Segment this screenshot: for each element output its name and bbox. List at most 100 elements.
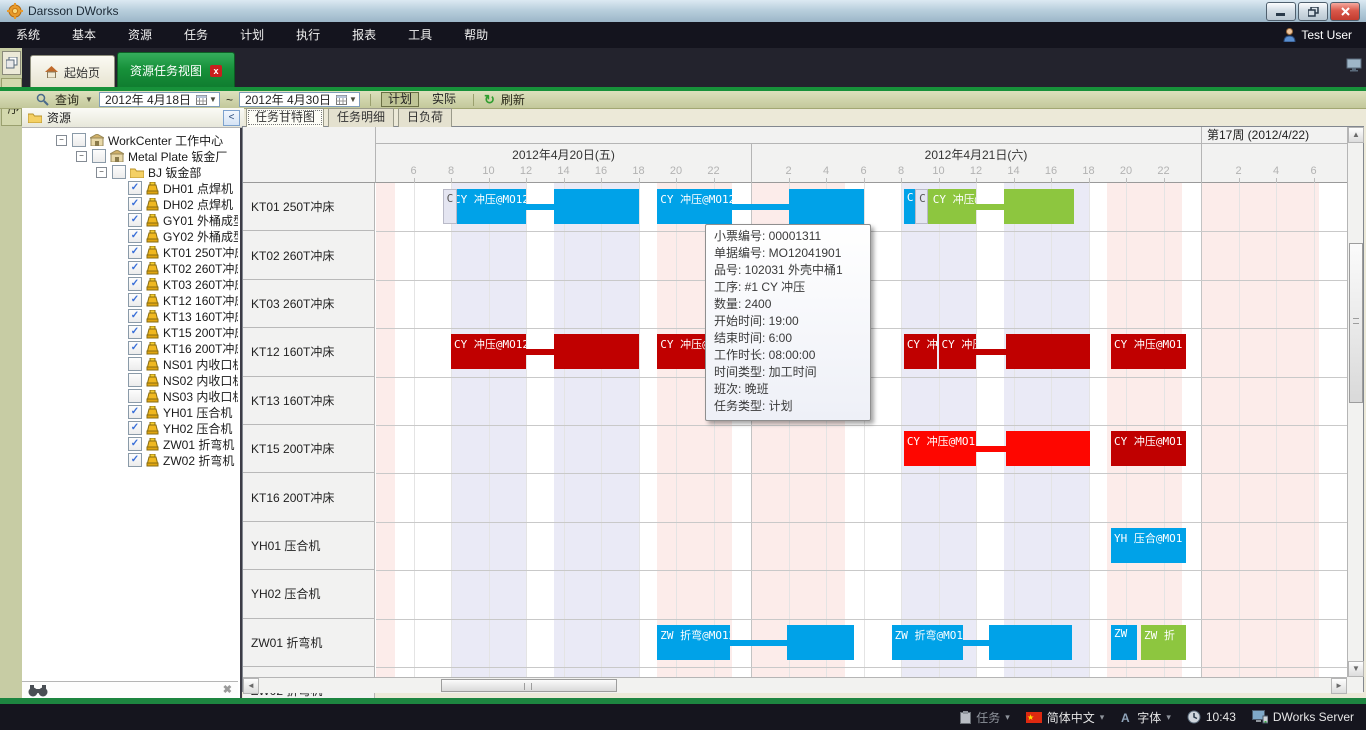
gantt-task-bar[interactable] bbox=[554, 189, 638, 224]
gantt-task-bar[interactable]: CY 冲压@MO12041901 bbox=[451, 189, 526, 224]
status-item[interactable]: 10:43 bbox=[1187, 710, 1236, 724]
horizontal-scrollbar[interactable]: ◄► bbox=[243, 677, 1347, 693]
tab-resource-task-view[interactable]: 资源任务视图 x bbox=[117, 52, 235, 88]
horizontal-scroll-thumb[interactable] bbox=[441, 679, 617, 692]
tree-checkbox[interactable]: ✓ bbox=[128, 325, 142, 339]
tree-item[interactable]: ✓DH02 点焊机 bbox=[22, 196, 238, 212]
tree-item[interactable]: ✓DH01 点焊机 bbox=[22, 180, 238, 196]
tree-checkbox[interactable]: ✓ bbox=[128, 453, 142, 467]
tree-item[interactable]: ✓GY01 外桶成型机 bbox=[22, 212, 238, 228]
dropdown-arrow-icon[interactable]: ▾ bbox=[1166, 712, 1171, 723]
monitor-icon[interactable] bbox=[1346, 58, 1362, 72]
search-dropdown-icon[interactable]: ▼ bbox=[85, 95, 93, 104]
menu-item[interactable]: 报表 bbox=[336, 22, 392, 48]
gantt-task-bar[interactable]: YH 压合@MO1 bbox=[1111, 528, 1186, 563]
gantt-task-bar[interactable] bbox=[554, 334, 638, 369]
gantt-task-bar[interactable]: CY 冲压@MO12041903 bbox=[904, 431, 976, 466]
gantt-view-tab[interactable]: 任务明细 bbox=[328, 108, 394, 127]
tree-expander-icon[interactable]: − bbox=[76, 151, 87, 162]
date-from-input[interactable]: 2012年 4月18日 ▼ bbox=[99, 92, 220, 107]
refresh-button[interactable]: 刷新 bbox=[501, 91, 525, 108]
tree-item[interactable]: ✓KT03 260T冲床 bbox=[22, 276, 238, 292]
binoculars-icon[interactable] bbox=[28, 684, 48, 697]
tree-checkbox[interactable]: ✓ bbox=[128, 421, 142, 435]
gantt-task-bar[interactable]: ZW bbox=[1111, 625, 1137, 660]
tree-checkbox[interactable]: ✓ bbox=[128, 277, 142, 291]
menu-item[interactable]: 任务 bbox=[168, 22, 224, 48]
gantt-task-bar[interactable] bbox=[787, 625, 855, 660]
refresh-icon[interactable]: ↻ bbox=[484, 92, 495, 108]
gantt-view-tab[interactable]: 任务甘特图 bbox=[246, 108, 324, 127]
scroll-left-icon[interactable]: ◄ bbox=[243, 678, 259, 694]
close-button[interactable] bbox=[1330, 2, 1360, 21]
status-item[interactable]: 任务▾ bbox=[960, 709, 1010, 726]
gantt-task-bar[interactable]: ZW 折弯@MO12041901 bbox=[657, 625, 730, 660]
scroll-right-icon[interactable]: ► bbox=[1331, 678, 1347, 694]
gantt-task-bar[interactable]: CY 冲压@MO1 bbox=[1111, 431, 1186, 466]
gantt-task-bar[interactable]: CY 冲压@MO1 bbox=[1111, 334, 1186, 369]
tree-item[interactable]: −BJ 钣金部 bbox=[22, 164, 238, 180]
tree-item[interactable]: ✓KT12 160T冲床 bbox=[22, 292, 238, 308]
gantt-task-bar[interactable] bbox=[989, 625, 1072, 660]
tree-item[interactable]: ✓KT02 260T冲床 bbox=[22, 260, 238, 276]
tree-checkbox[interactable]: ✓ bbox=[128, 437, 142, 451]
gantt-task-bar[interactable]: ZW 折弯@MO12041901 bbox=[892, 625, 963, 660]
dropdown-arrow-icon[interactable]: ▾ bbox=[1100, 712, 1105, 723]
status-item[interactable]: ★简体中文▾ bbox=[1026, 709, 1105, 726]
tree-checkbox[interactable]: ✓ bbox=[128, 229, 142, 243]
tree-checkbox[interactable] bbox=[128, 389, 142, 403]
scroll-down-icon[interactable]: ▼ bbox=[1348, 661, 1364, 677]
gantt-task-bar[interactable] bbox=[1006, 431, 1090, 466]
tree-checkbox[interactable]: ✓ bbox=[128, 293, 142, 307]
vertical-scrollbar[interactable]: ▲▼ bbox=[1347, 127, 1363, 677]
tree-checkbox[interactable] bbox=[72, 133, 86, 147]
tree-checkbox[interactable]: ✓ bbox=[128, 341, 142, 355]
menu-item[interactable]: 工具 bbox=[392, 22, 448, 48]
gantt-view-tab[interactable]: 日负荷 bbox=[398, 108, 452, 127]
tree-item[interactable]: ✓ZW01 折弯机 bbox=[22, 436, 238, 452]
tree-checkbox[interactable]: ✓ bbox=[128, 213, 142, 227]
tree-item[interactable]: ✓KT16 200T冲床 bbox=[22, 340, 238, 356]
tree-item[interactable]: NS02 内收口机 bbox=[22, 372, 238, 388]
tree-item[interactable]: −Metal Plate 钣金厂 bbox=[22, 148, 238, 164]
menu-item[interactable]: 资源 bbox=[112, 22, 168, 48]
date-from-dropdown-icon[interactable]: ▼ bbox=[209, 95, 217, 104]
tree-checkbox[interactable]: ✓ bbox=[128, 197, 142, 211]
tree-item[interactable]: ✓KT15 200T冲床 bbox=[22, 324, 238, 340]
calendar-icon[interactable] bbox=[336, 94, 347, 105]
actual-button[interactable]: 实际 bbox=[425, 92, 463, 107]
tree-item[interactable]: −WorkCenter 工作中心 bbox=[22, 132, 238, 148]
gantt-task-bar[interactable]: CY 冲 bbox=[904, 334, 937, 369]
restore-button[interactable] bbox=[1298, 2, 1328, 21]
tree-item[interactable]: ✓KT13 160T冲床 bbox=[22, 308, 238, 324]
tree-checkbox[interactable] bbox=[92, 149, 106, 163]
plan-button[interactable]: 计划 bbox=[381, 92, 419, 107]
tree-item[interactable]: ✓GY02 外桶成型机 bbox=[22, 228, 238, 244]
tree-checkbox[interactable]: ✓ bbox=[128, 181, 142, 195]
tree-checkbox[interactable]: ✓ bbox=[128, 245, 142, 259]
menu-item[interactable]: 帮助 bbox=[448, 22, 504, 48]
gantt-task-bar[interactable] bbox=[1004, 189, 1073, 224]
tab-home-page[interactable]: 起始页 bbox=[30, 55, 115, 88]
vertical-scroll-thumb[interactable] bbox=[1349, 243, 1363, 403]
tree-item[interactable]: ✓YH01 压合机 bbox=[22, 404, 238, 420]
calendar-icon[interactable] bbox=[196, 94, 207, 105]
scroll-up-icon[interactable]: ▲ bbox=[1348, 127, 1364, 143]
gantt-task-bar[interactable]: CY 冲压@MO12041902 bbox=[920, 189, 976, 224]
menu-item[interactable]: 执行 bbox=[280, 22, 336, 48]
search-button[interactable]: 查询 bbox=[55, 91, 79, 108]
user-box[interactable]: Test User bbox=[1283, 22, 1352, 48]
tree-checkbox[interactable]: ✓ bbox=[128, 309, 142, 323]
date-to-dropdown-icon[interactable]: ▼ bbox=[349, 95, 357, 104]
gantt-task-bar[interactable]: ZW 折 bbox=[1141, 625, 1186, 660]
tree-expander-icon[interactable]: − bbox=[56, 135, 67, 146]
tree-checkbox[interactable] bbox=[128, 373, 142, 387]
gantt-task-bar[interactable]: C bbox=[915, 189, 928, 224]
tree-item[interactable]: NS03 内收口机 bbox=[22, 388, 238, 404]
tree-item[interactable]: NS01 内收口机 bbox=[22, 356, 238, 372]
menu-item[interactable]: 系统 bbox=[0, 22, 56, 48]
status-item[interactable]: DWorks Server bbox=[1252, 710, 1354, 724]
gantt-task-bar[interactable]: CY 冲压@MO12041904 bbox=[939, 334, 977, 369]
gantt-task-bar[interactable]: C bbox=[443, 189, 457, 224]
minimize-button[interactable] bbox=[1266, 2, 1296, 21]
